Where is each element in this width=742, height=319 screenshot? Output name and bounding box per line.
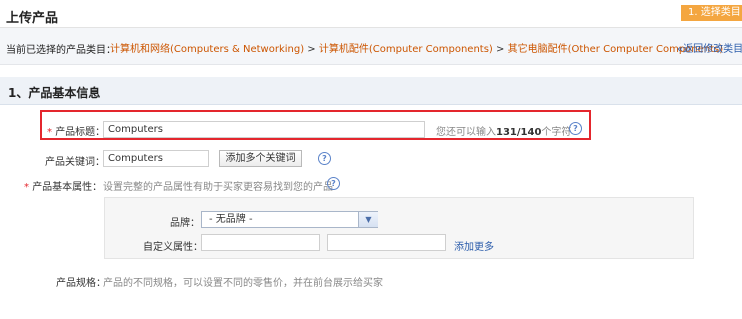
product-title-label-text: 产品标题：: [55, 127, 106, 138]
specs-label: 产品规格：: [56, 278, 106, 289]
custom-attribute-name-input[interactable]: [201, 234, 320, 251]
required-mark: *: [47, 127, 52, 138]
keywords-input[interactable]: [103, 150, 209, 167]
help-icon[interactable]: ?: [327, 177, 340, 190]
category-path: 计算机和网络(Computers & Networking) > 计算机配件(C…: [110, 40, 723, 55]
title-char-counter: 您还可以输入131/140个字符: [436, 123, 571, 138]
category-separator: >: [496, 44, 505, 55]
category-level-1: 计算机和网络(Computers & Networking): [110, 44, 305, 55]
category-level-2: 计算机配件(Computer Components): [318, 44, 493, 55]
category-separator: >: [307, 44, 316, 55]
brand-selected-value: - 无品牌 -: [209, 214, 253, 225]
help-icon[interactable]: ?: [318, 152, 331, 165]
custom-attribute-label: 自定义属性：: [143, 242, 203, 253]
product-title-label: * 产品标题：: [47, 123, 105, 138]
help-icon[interactable]: ?: [569, 122, 582, 135]
product-title-input[interactable]: [103, 121, 425, 138]
brand-select[interactable]: - 无品牌 -: [201, 211, 378, 228]
step-badge[interactable]: 1. 选择类目: [681, 5, 742, 21]
back-to-category-link[interactable]: «返回修改类目: [677, 40, 742, 55]
keywords-label: 产品关键词：: [45, 157, 105, 168]
counter-suffix: 个字符: [541, 127, 572, 138]
chevron-down-icon[interactable]: ▼: [358, 212, 378, 227]
add-keywords-button[interactable]: 添加多个关键词: [219, 150, 302, 167]
required-mark: *: [24, 182, 29, 193]
attributes-hint: 设置完整的产品属性有助于买家更容易找到您的产品: [103, 182, 333, 193]
attributes-label: * 产品基本属性：: [24, 178, 102, 193]
custom-attribute-value-input[interactable]: [327, 234, 446, 251]
specs-hint: 产品的不同规格，可以设置不同的零售价，并在前台展示给买家: [103, 278, 383, 289]
counter-prefix: 您还可以输入: [436, 127, 496, 138]
section-title: 1、产品基本信息: [8, 86, 101, 100]
brand-label: 品牌：: [170, 218, 200, 229]
page-title: 上传产品: [6, 11, 59, 26]
section-header: [0, 77, 742, 105]
add-more-link[interactable]: 添加更多: [454, 238, 494, 253]
category-label: 当前已选择的产品类目：: [6, 45, 116, 56]
counter-value: 131/140: [496, 127, 542, 138]
attributes-label-text: 产品基本属性：: [32, 182, 103, 193]
